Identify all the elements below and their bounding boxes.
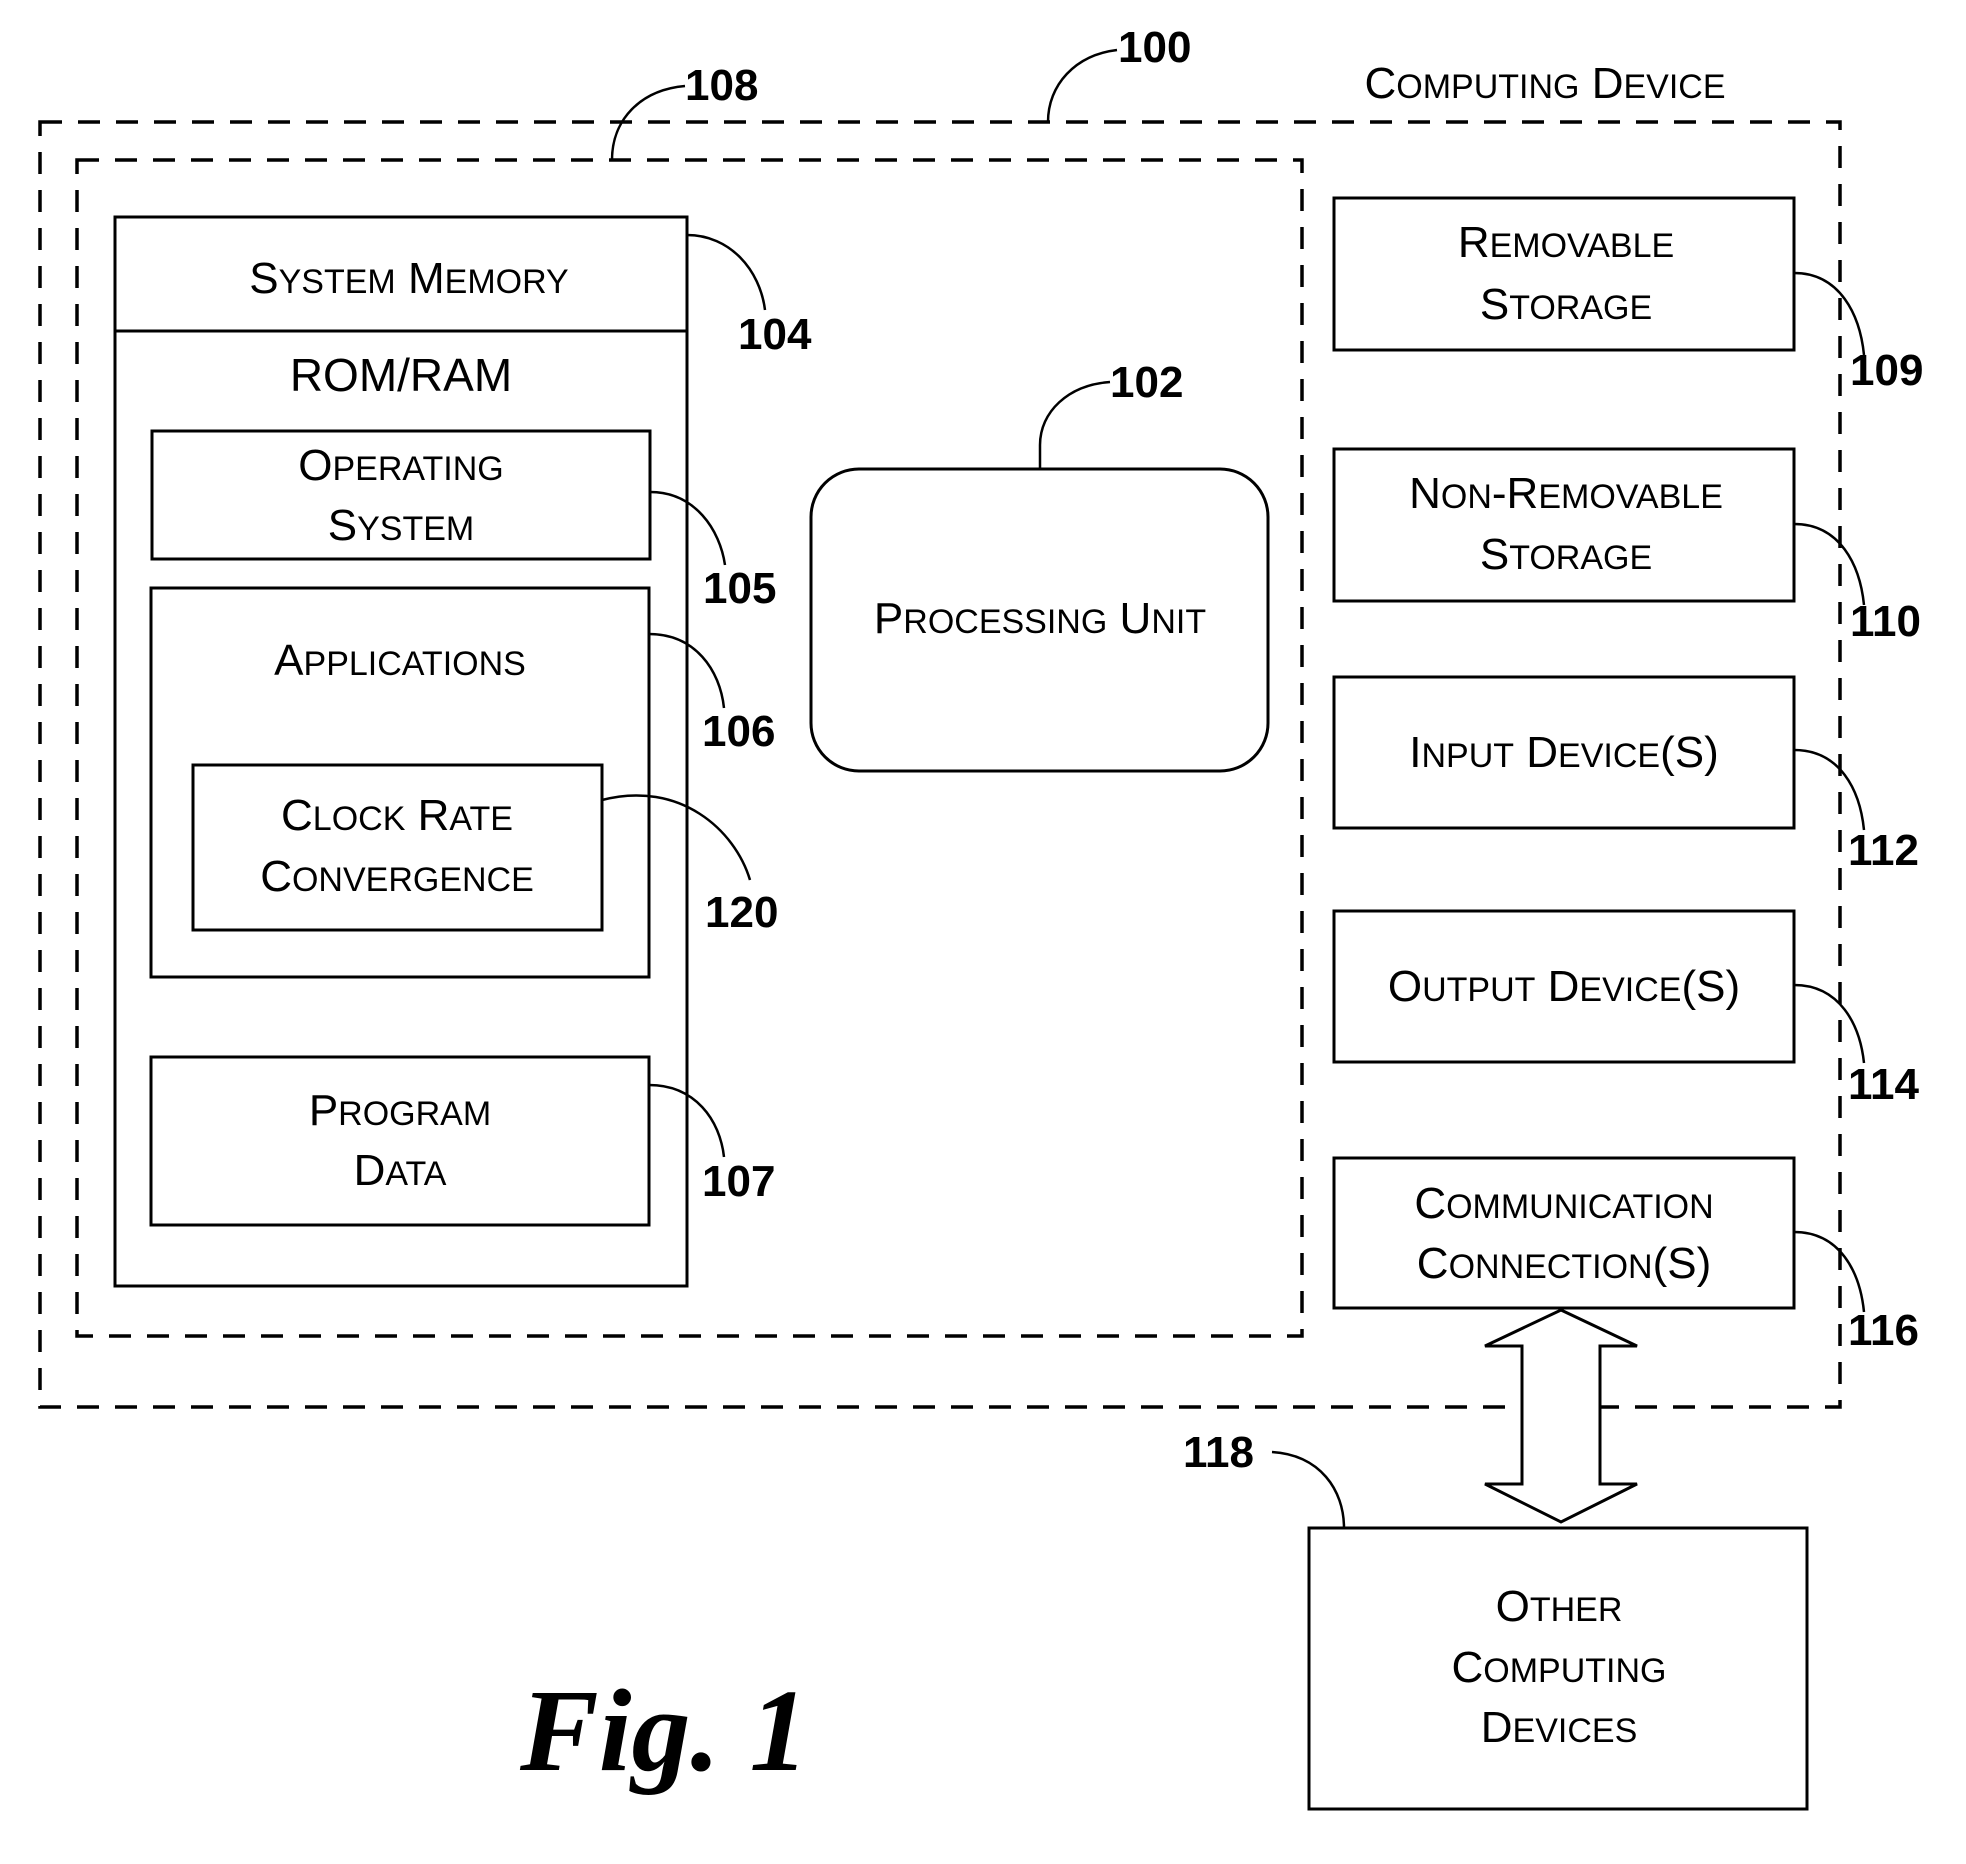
input-devices: INPUT DEVICE(S) bbox=[1332, 675, 1796, 830]
communication-connections: COMMUNICATION CONNECTION(S) bbox=[1332, 1156, 1796, 1310]
clock-rate-convergence: CLOCK RATE CONVERGENCE bbox=[191, 763, 604, 932]
ref-108: 108 bbox=[685, 61, 758, 110]
leader-112 bbox=[1793, 748, 1866, 831]
computing-device-title: COMPUTING DEVICE bbox=[1364, 59, 1725, 108]
ref-114: 114 bbox=[1848, 1060, 1920, 1109]
leader-116 bbox=[1793, 1230, 1866, 1313]
figure-caption: Fig. 1 bbox=[519, 1665, 809, 1796]
ref-102: 102 bbox=[1110, 358, 1183, 407]
ref-100: 100 bbox=[1118, 23, 1191, 72]
leader-114 bbox=[1793, 983, 1866, 1064]
ref-110: 110 bbox=[1850, 597, 1921, 646]
leader-110 bbox=[1793, 522, 1866, 606]
ref-116: 116 bbox=[1848, 1306, 1919, 1355]
ref-104: 104 bbox=[738, 310, 812, 359]
ref-112: 112 bbox=[1848, 826, 1919, 875]
ref-109: 109 bbox=[1850, 346, 1923, 395]
leader-104 bbox=[686, 233, 767, 311]
rom-ram-label: ROM/RAM bbox=[290, 349, 512, 401]
non-removable-storage: NON-REMOVABLE STORAGE bbox=[1332, 447, 1796, 603]
output-devices: OUTPUT DEVICE(S) bbox=[1332, 909, 1796, 1064]
leader-109 bbox=[1793, 271, 1866, 356]
ref-120: 120 bbox=[705, 888, 778, 937]
operating-system: OPERATING SYSTEM bbox=[150, 429, 652, 561]
other-computing-devices: OTHER COMPUTING DEVICES bbox=[1307, 1526, 1809, 1811]
removable-storage: REMOVABLE STORAGE bbox=[1332, 196, 1796, 352]
ref-105: 105 bbox=[703, 564, 776, 613]
ref-106: 106 bbox=[702, 707, 775, 756]
ref-107: 107 bbox=[702, 1157, 775, 1206]
program-data: PROGRAM DATA bbox=[149, 1055, 651, 1227]
leader-102 bbox=[1038, 380, 1111, 469]
processing-unit: PROCESSING UNIT bbox=[809, 467, 1270, 773]
leader-100 bbox=[1046, 48, 1118, 123]
leader-118 bbox=[1271, 1450, 1346, 1529]
ref-118: 118 bbox=[1183, 1428, 1254, 1477]
block-diagram: COMPUTING DEVICE 100 108 SYSTEM MEMORY R… bbox=[38, 23, 1923, 1811]
bidirectional-arrow bbox=[1484, 1308, 1638, 1524]
